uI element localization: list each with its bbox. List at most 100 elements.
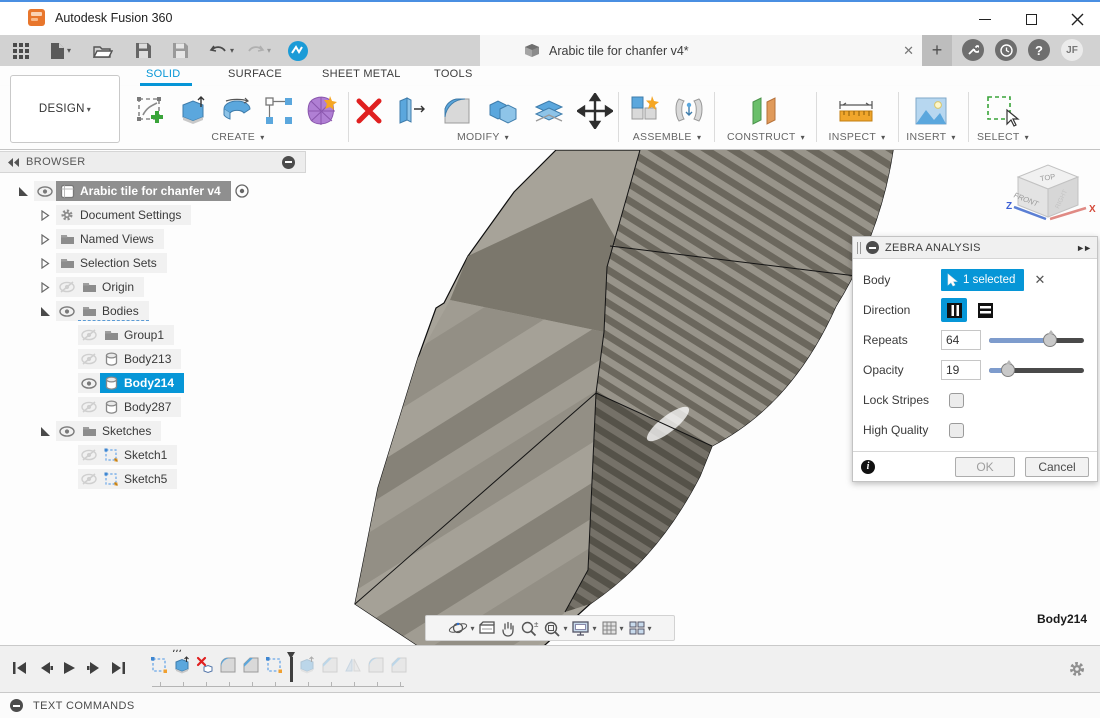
- browser-item-selection-sets[interactable]: Selection Sets: [0, 251, 306, 275]
- opacity-input[interactable]: 19: [941, 360, 981, 380]
- look-at-button[interactable]: [478, 620, 496, 636]
- repeats-slider-thumb[interactable]: [1042, 330, 1057, 347]
- eye-icon[interactable]: [34, 181, 56, 201]
- insert-group-label[interactable]: INSERT ▾: [906, 131, 955, 143]
- eye-off-icon[interactable]: [78, 325, 100, 345]
- close-button[interactable]: [1054, 4, 1100, 35]
- cancel-button[interactable]: Cancel: [1025, 456, 1089, 477]
- opacity-slider-thumb[interactable]: [1001, 360, 1015, 377]
- delete-button[interactable]: [350, 92, 388, 130]
- construct-plane-button[interactable]: [746, 92, 784, 130]
- orbit-button[interactable]: ▾: [448, 619, 474, 637]
- expander-icon[interactable]: [12, 181, 34, 201]
- select-button[interactable]: [984, 92, 1022, 130]
- redo-button[interactable]: ▾: [240, 38, 277, 64]
- browser-item-body213[interactable]: Body213: [0, 347, 306, 371]
- browser-item-root[interactable]: Arabic tile for chanfer v4: [0, 179, 306, 203]
- browser-item-document-settings[interactable]: Document Settings: [0, 203, 306, 227]
- ok-button[interactable]: OK: [955, 456, 1015, 477]
- grid-settings-button[interactable]: ▾: [601, 620, 624, 636]
- browser-item-named-views[interactable]: Named Views: [0, 227, 306, 251]
- timeline-feature-sketch-icon[interactable]: [265, 656, 285, 676]
- eye-off-icon[interactable]: [78, 397, 100, 417]
- browser-item-sketch1[interactable]: Sketch1: [0, 443, 306, 467]
- timeline-feature-chamfer-icon[interactable]: [321, 656, 341, 676]
- extensions-button[interactable]: [281, 38, 315, 64]
- save-as-button[interactable]: [166, 38, 195, 64]
- maximize-button[interactable]: [1008, 4, 1054, 35]
- timeline-feature-extrude-icon[interactable]: [173, 656, 193, 676]
- tab-surface[interactable]: SURFACE: [228, 68, 282, 80]
- browser-item-body287[interactable]: Body287: [0, 395, 306, 419]
- browser-item-bodies[interactable]: Bodies: [0, 299, 306, 323]
- timeline-feature-extrude-icon[interactable]: [298, 656, 318, 676]
- account-avatar[interactable]: JF: [1061, 39, 1083, 61]
- eye-off-icon[interactable]: [78, 445, 100, 465]
- timeline-feature-chamfer-icon[interactable]: [242, 656, 262, 676]
- document-tab-close-icon[interactable]: ✕: [903, 43, 914, 59]
- pattern-button[interactable]: [260, 92, 298, 130]
- zoom-button[interactable]: ±: [520, 620, 539, 637]
- pan-button[interactable]: [500, 620, 516, 637]
- eye-off-icon[interactable]: [78, 349, 100, 369]
- open-button[interactable]: [87, 38, 119, 64]
- info-icon[interactable]: i: [861, 459, 875, 474]
- repeats-slider[interactable]: [989, 330, 1084, 348]
- create-group-label[interactable]: CREATE ▾: [211, 131, 264, 143]
- new-file-button[interactable]: ▾: [44, 38, 77, 64]
- display-settings-button[interactable]: ▾: [571, 620, 597, 637]
- text-commands-minimize-icon[interactable]: [10, 699, 23, 712]
- view-cube[interactable]: TOP FRONT RIGHT Z X: [1000, 155, 1098, 227]
- timeline-feature-fillet-icon[interactable]: [367, 656, 387, 676]
- workspace-selector-button[interactable]: DESIGN ▾: [10, 75, 120, 143]
- activate-radio-icon[interactable]: [231, 181, 253, 201]
- app-grid-button[interactable]: [6, 38, 36, 64]
- press-pull-button[interactable]: [392, 92, 430, 130]
- go-to-end-button[interactable]: [110, 660, 126, 681]
- lock-stripes-checkbox[interactable]: [949, 392, 964, 408]
- collapsed-triangle-icon[interactable]: [34, 205, 56, 225]
- collapsed-triangle-icon[interactable]: [34, 229, 56, 249]
- tab-sheet-metal[interactable]: SHEET METAL: [322, 68, 401, 80]
- measure-button[interactable]: [836, 92, 874, 130]
- dialog-minimize-icon[interactable]: [866, 241, 879, 254]
- collapsed-triangle-icon[interactable]: [34, 277, 56, 297]
- shell-button[interactable]: [530, 92, 568, 130]
- browser-header[interactable]: BROWSER: [0, 151, 306, 173]
- new-component-button[interactable]: [626, 92, 664, 130]
- dialog-expand-icon[interactable]: ►►: [1076, 243, 1092, 253]
- help-button[interactable]: ?: [1028, 39, 1050, 61]
- timeline-feature-delete-icon[interactable]: [196, 656, 216, 676]
- step-back-button[interactable]: [38, 660, 54, 681]
- direction-horizontal-button[interactable]: [972, 298, 998, 322]
- expanded-triangle-icon[interactable]: [34, 421, 56, 441]
- timeline-settings-button[interactable]: [1068, 660, 1086, 683]
- collapsed-triangle-icon[interactable]: [34, 253, 56, 273]
- timeline-feature-chamfer-icon[interactable]: [390, 656, 410, 676]
- browser-item-origin[interactable]: Origin: [0, 275, 306, 299]
- job-status-button[interactable]: [962, 39, 984, 61]
- high-quality-checkbox[interactable]: [949, 422, 964, 438]
- save-button[interactable]: [129, 38, 158, 64]
- viewport-canvas[interactable]: Body214 BROWSER Arabic tile for chanfer …: [0, 150, 1100, 645]
- browser-item-group1[interactable]: Group1: [0, 323, 306, 347]
- fillet-button[interactable]: [438, 92, 476, 130]
- joint-button[interactable]: [670, 92, 708, 130]
- inspect-group-label[interactable]: INSPECT ▾: [829, 131, 886, 143]
- undo-button[interactable]: ▾: [203, 38, 240, 64]
- play-button[interactable]: [62, 660, 78, 681]
- select-group-label[interactable]: SELECT ▾: [977, 131, 1029, 143]
- direction-vertical-button[interactable]: [941, 298, 967, 322]
- insert-image-button[interactable]: [912, 92, 950, 130]
- combine-button[interactable]: [484, 92, 522, 130]
- eye-off-icon[interactable]: [78, 469, 100, 489]
- timeline-playhead[interactable]: [287, 652, 295, 682]
- timeline-feature-sketch-icon[interactable]: [150, 656, 170, 676]
- dialog-grip-icon[interactable]: [857, 241, 861, 254]
- tab-solid[interactable]: SOLID: [146, 68, 181, 80]
- minimize-button[interactable]: [962, 4, 1008, 35]
- document-tab[interactable]: Arabic tile for chanfer v4* ✕: [480, 35, 922, 66]
- create-form-button[interactable]: [302, 92, 340, 130]
- revolve-button[interactable]: [218, 92, 256, 130]
- create-sketch-button[interactable]: [132, 92, 170, 130]
